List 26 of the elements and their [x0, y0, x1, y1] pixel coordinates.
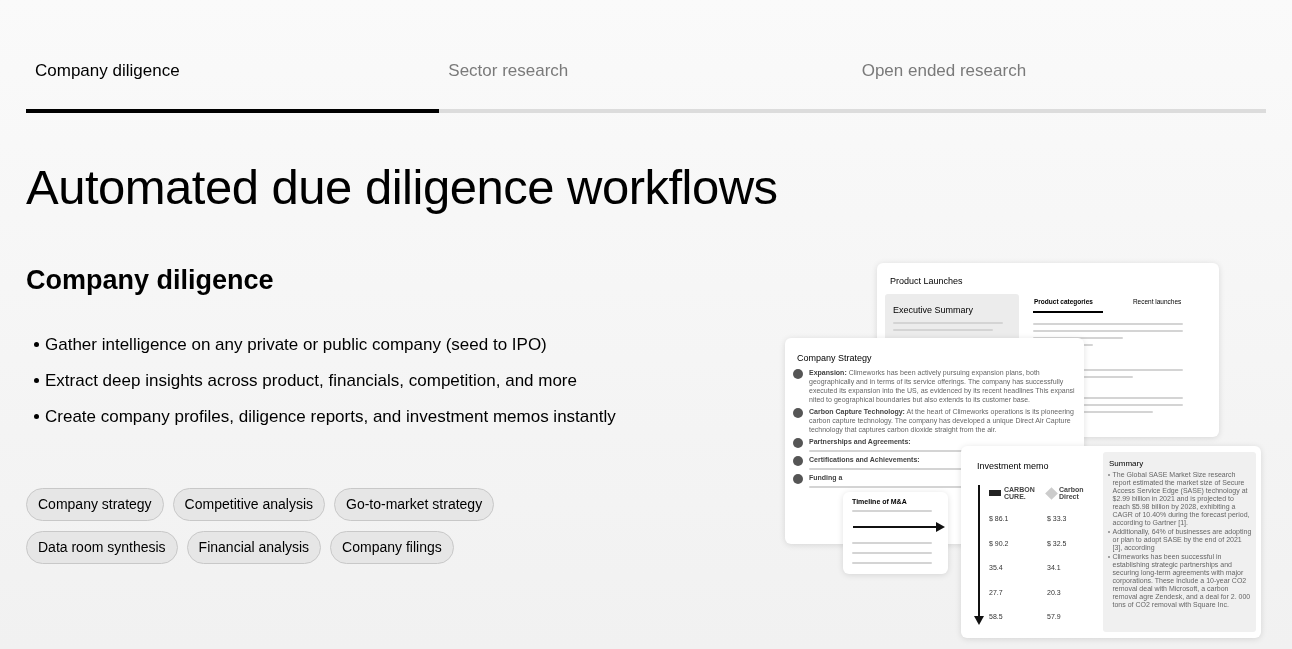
- logo-icon: [1045, 486, 1058, 500]
- tag-chip[interactable]: Financial analysis: [186, 530, 322, 564]
- bullet-icon: [34, 413, 39, 419]
- panel-title: Summary: [1109, 458, 1144, 470]
- tag-chip[interactable]: Company strategy: [26, 487, 164, 521]
- item-icon: [793, 408, 803, 418]
- bullet-icon: [34, 377, 39, 383]
- panel-title: Executive Summary: [893, 304, 974, 317]
- bullet-text: Extract deep insights across product, financials, competition, and more: [45, 371, 577, 389]
- card-title: Product Launches: [890, 275, 963, 288]
- tag-chip[interactable]: Competitive analysis: [172, 487, 325, 521]
- tag-chip[interactable]: Company filings: [330, 530, 454, 564]
- bullet-icon: [34, 341, 39, 347]
- tag-chip[interactable]: Go-to-market strategy: [334, 487, 495, 521]
- tab[interactable]: Open ended research: [852, 58, 1266, 113]
- tag-chip[interactable]: Data room synthesis: [26, 530, 178, 564]
- page-heading: Automated due diligence workflows: [26, 162, 778, 212]
- card-title: Company Strategy: [797, 352, 872, 365]
- tab[interactable]: Sector research: [439, 58, 853, 113]
- tab[interactable]: Company diligence: [26, 58, 440, 113]
- section-title: Company diligence: [26, 266, 274, 294]
- bullet-text: Create company profiles, diligence reports, and investment memos instantly: [45, 407, 616, 425]
- item-icon: [793, 369, 803, 379]
- logo-icon: [989, 490, 1001, 496]
- card-title: Investment memo: [977, 460, 1049, 473]
- bullet-text: Gather intelligence on any private or public company (seed to IPO): [45, 335, 547, 353]
